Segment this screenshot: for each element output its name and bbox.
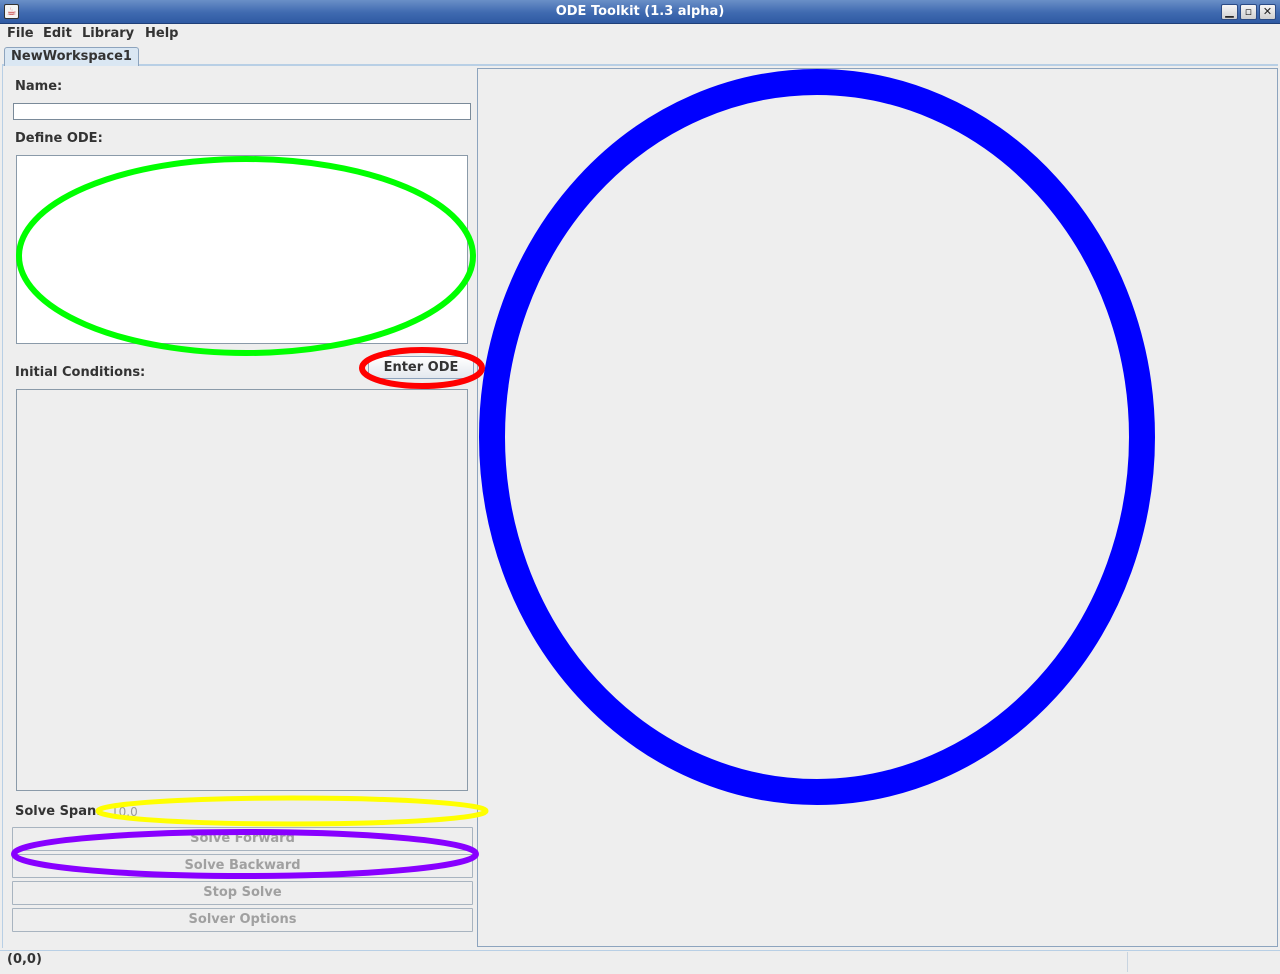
window-title: ODE Toolkit (1.3 alpha): [555, 4, 725, 19]
name-input[interactable]: [13, 103, 471, 120]
initial-conditions-label: Initial Conditions:: [15, 365, 146, 380]
cursor-coordinates: (0,0): [7, 952, 42, 967]
solve-span-label: Solve Span:: [15, 804, 102, 819]
menu-file[interactable]: File: [7, 26, 34, 41]
menu-edit[interactable]: Edit: [43, 26, 72, 41]
menu-help[interactable]: Help: [145, 26, 178, 41]
solve-backward-button[interactable]: Solve Backward: [12, 854, 473, 878]
menu-bar: File Edit Library Help: [0, 24, 1280, 44]
solve-span-input[interactable]: 10.0: [107, 804, 473, 821]
initial-conditions-panel[interactable]: [16, 389, 468, 791]
title-bar: ☕ ODE Toolkit (1.3 alpha) ▁ ▫ ✕: [0, 0, 1280, 24]
ode-definition-textarea[interactable]: [16, 155, 468, 344]
minimize-icon[interactable]: ▁: [1221, 4, 1238, 20]
close-icon[interactable]: ✕: [1259, 4, 1276, 20]
graph-panel[interactable]: [477, 68, 1278, 947]
tab-newworkspace1[interactable]: NewWorkspace1: [4, 47, 139, 66]
name-label: Name:: [15, 79, 63, 94]
stop-solve-button[interactable]: Stop Solve: [12, 881, 473, 905]
maximize-icon[interactable]: ▫: [1240, 4, 1257, 20]
solve-forward-button[interactable]: Solve Forward: [12, 827, 473, 851]
status-right-box: [1127, 952, 1277, 972]
enter-ode-button[interactable]: Enter ODE: [368, 356, 474, 379]
status-bar: [0, 950, 1280, 974]
menu-library[interactable]: Library: [82, 26, 134, 41]
solver-options-button[interactable]: Solver Options: [12, 908, 473, 932]
define-ode-label: Define ODE:: [15, 131, 103, 146]
